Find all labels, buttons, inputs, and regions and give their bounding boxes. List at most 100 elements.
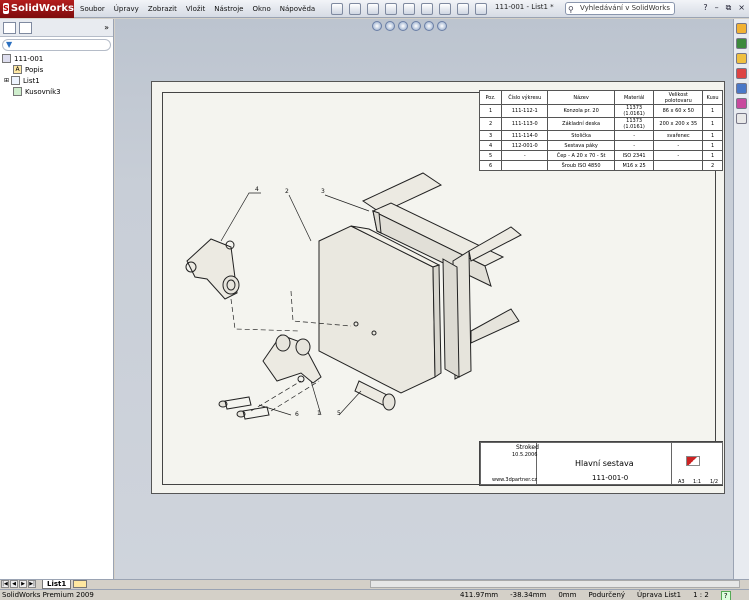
table-row[interactable]: 6 Šroub ISO 4850 M16 x 25 2	[478, 160, 723, 171]
table-cell: Základní deska	[547, 117, 615, 131]
expand-icon[interactable]: ⊞	[4, 77, 9, 84]
annotation-icon: A	[13, 65, 22, 74]
table-cell: 1	[702, 140, 723, 151]
hide-show-icon[interactable]	[437, 21, 447, 31]
new-document-icon[interactable]	[349, 2, 362, 15]
tree-filter-input[interactable]: ▼	[2, 39, 111, 51]
tree-root[interactable]: 111-001	[0, 53, 113, 64]
bom-header-cell: Materiál	[613, 90, 655, 105]
resources-icon[interactable]	[736, 23, 747, 34]
solidworks-logo[interactable]: S SolidWorks	[0, 0, 74, 18]
bom-header-row: Poz. Číslo výkresu Název Materiál Veliko…	[478, 90, 723, 105]
table-cell: Šroub ISO 4850	[547, 160, 615, 171]
search-input[interactable]: ⚲ Vyhledávání v SolidWorks	[565, 2, 675, 15]
status-z: 0mm	[558, 591, 577, 599]
table-cell: 1	[702, 150, 723, 161]
add-sheet-button[interactable]	[73, 580, 88, 588]
restore-button[interactable]: ⧉	[726, 3, 732, 13]
next-sheet-button[interactable]: ▶	[19, 580, 27, 588]
minimize-button[interactable]: –	[715, 3, 719, 13]
tree-item-kusovnik3[interactable]: Kusovník3	[0, 86, 113, 97]
table-row[interactable]: 3 111-114-0 Stolička - svařenec 1	[478, 130, 723, 141]
chevron-right-icon[interactable]: »	[104, 23, 109, 32]
table-cell: 6	[478, 160, 503, 171]
property-tab-icon[interactable]	[19, 21, 32, 34]
help-button[interactable]: ?	[703, 3, 707, 13]
view-palette-icon[interactable]	[736, 83, 747, 94]
help-icon[interactable]: ?	[720, 591, 731, 600]
close-button[interactable]: ×	[738, 3, 745, 13]
menu-okno[interactable]: Okno	[252, 5, 270, 13]
options-icon[interactable]	[475, 2, 488, 15]
table-row[interactable]: 4 112-001-0 Sestava páky - -1	[478, 140, 723, 151]
bom-table[interactable]: Poz. Číslo výkresu Název Materiál Veliko…	[478, 90, 723, 171]
menu-zobrazit[interactable]: Zobrazit	[148, 5, 177, 13]
zoom-fit-icon[interactable]	[372, 21, 382, 31]
status-editing: Úprava List1	[637, 591, 682, 599]
custom-properties-icon[interactable]	[736, 113, 747, 124]
feature-tree-tab-icon[interactable]	[3, 21, 16, 34]
design-library-icon[interactable]	[736, 38, 747, 49]
menu-soubor[interactable]: Soubor	[80, 5, 105, 13]
menu-vlozit[interactable]: Vložit	[186, 5, 205, 13]
title-block: Stroked 10.5.2006 Hlavní sestava 111-001…	[479, 441, 723, 486]
table-cell: 111-114-0	[501, 130, 549, 141]
sheet-tab-list1[interactable]: List1	[42, 579, 72, 589]
pin-icon[interactable]	[331, 2, 344, 15]
table-cell: 111-112-1	[501, 104, 549, 118]
table-cell: M16 x 25	[613, 160, 655, 171]
table-cell: 2	[702, 160, 723, 171]
table-row[interactable]: 2 111-113-0 Základní deska 11373 (1.0161) 20…	[478, 117, 723, 131]
horizontal-scrollbar[interactable]	[370, 580, 740, 588]
title-bar: S SolidWorks Soubor Úpravy Zobrazit Vlož…	[0, 0, 749, 18]
previous-view-icon[interactable]	[398, 21, 408, 31]
company-website: www.3dpartner.cz	[492, 477, 537, 483]
undo-icon[interactable]	[421, 2, 434, 15]
table-row[interactable]: 1 111-112-1 Konzola pr. 20 11373 (1.0161) 86…	[478, 104, 723, 118]
menu-upravy[interactable]: Úpravy	[114, 5, 139, 13]
bom-header-cell: Kusu	[702, 90, 723, 105]
drawing-date: 10.5.2006	[512, 452, 538, 458]
appearances-icon[interactable]	[736, 98, 747, 109]
table-cell: 11373 (1.0161)	[613, 104, 655, 118]
open-folder-icon[interactable]	[367, 2, 380, 15]
table-cell: 2	[478, 117, 503, 131]
search-placeholder: Vyhledávání v SolidWorks	[580, 4, 671, 12]
prev-sheet-button[interactable]: ◀	[10, 580, 18, 588]
balloon-5: 5	[337, 410, 341, 417]
bom-header-cell: Číslo výkresu	[501, 90, 549, 105]
table-cell: 111-113-0	[501, 117, 549, 131]
print-icon[interactable]	[403, 2, 416, 15]
section-view-icon[interactable]	[411, 21, 421, 31]
balloon-4: 4	[255, 186, 259, 193]
filter-icon: ▼	[6, 40, 13, 49]
last-sheet-button[interactable]: ▶|	[28, 580, 36, 588]
table-cell: svařenec	[653, 130, 704, 141]
first-sheet-button[interactable]: |◀	[1, 580, 9, 588]
table-row[interactable]: 5- Čep - A 20 x 70 - St ISO 2341-1	[478, 150, 723, 161]
tree-root-label: 111-001	[14, 54, 44, 63]
drawing-icon	[2, 54, 11, 63]
table-cell: -	[653, 150, 704, 161]
table-cell: 5	[478, 150, 503, 161]
bom-icon	[13, 87, 22, 96]
zoom-area-icon[interactable]	[385, 21, 395, 31]
document-title: 111-001 - List1 *	[495, 3, 554, 11]
table-cell: -	[501, 150, 549, 161]
balloon-3: 3	[321, 188, 325, 195]
rebuild-icon[interactable]	[457, 2, 470, 15]
search-results-icon[interactable]	[736, 68, 747, 79]
tree-item-popis[interactable]: A Popis	[0, 64, 113, 75]
menu-nastroje[interactable]: Nástroje	[214, 5, 243, 13]
file-explorer-icon[interactable]	[736, 53, 747, 64]
save-icon[interactable]	[385, 2, 398, 15]
select-icon[interactable]	[439, 2, 452, 15]
sheet-icon	[11, 76, 21, 85]
display-style-icon[interactable]	[424, 21, 434, 31]
menu-bar: Soubor Úpravy Zobrazit Vložit Nástroje O…	[80, 5, 324, 13]
status-x: 411.97mm	[460, 591, 499, 599]
table-cell: Sestava páky	[547, 140, 615, 151]
tree-item-list1[interactable]: ⊞ List1	[0, 75, 113, 86]
menu-napoveda[interactable]: Nápověda	[280, 5, 315, 13]
status-scale[interactable]: 1 : 2	[693, 591, 709, 600]
